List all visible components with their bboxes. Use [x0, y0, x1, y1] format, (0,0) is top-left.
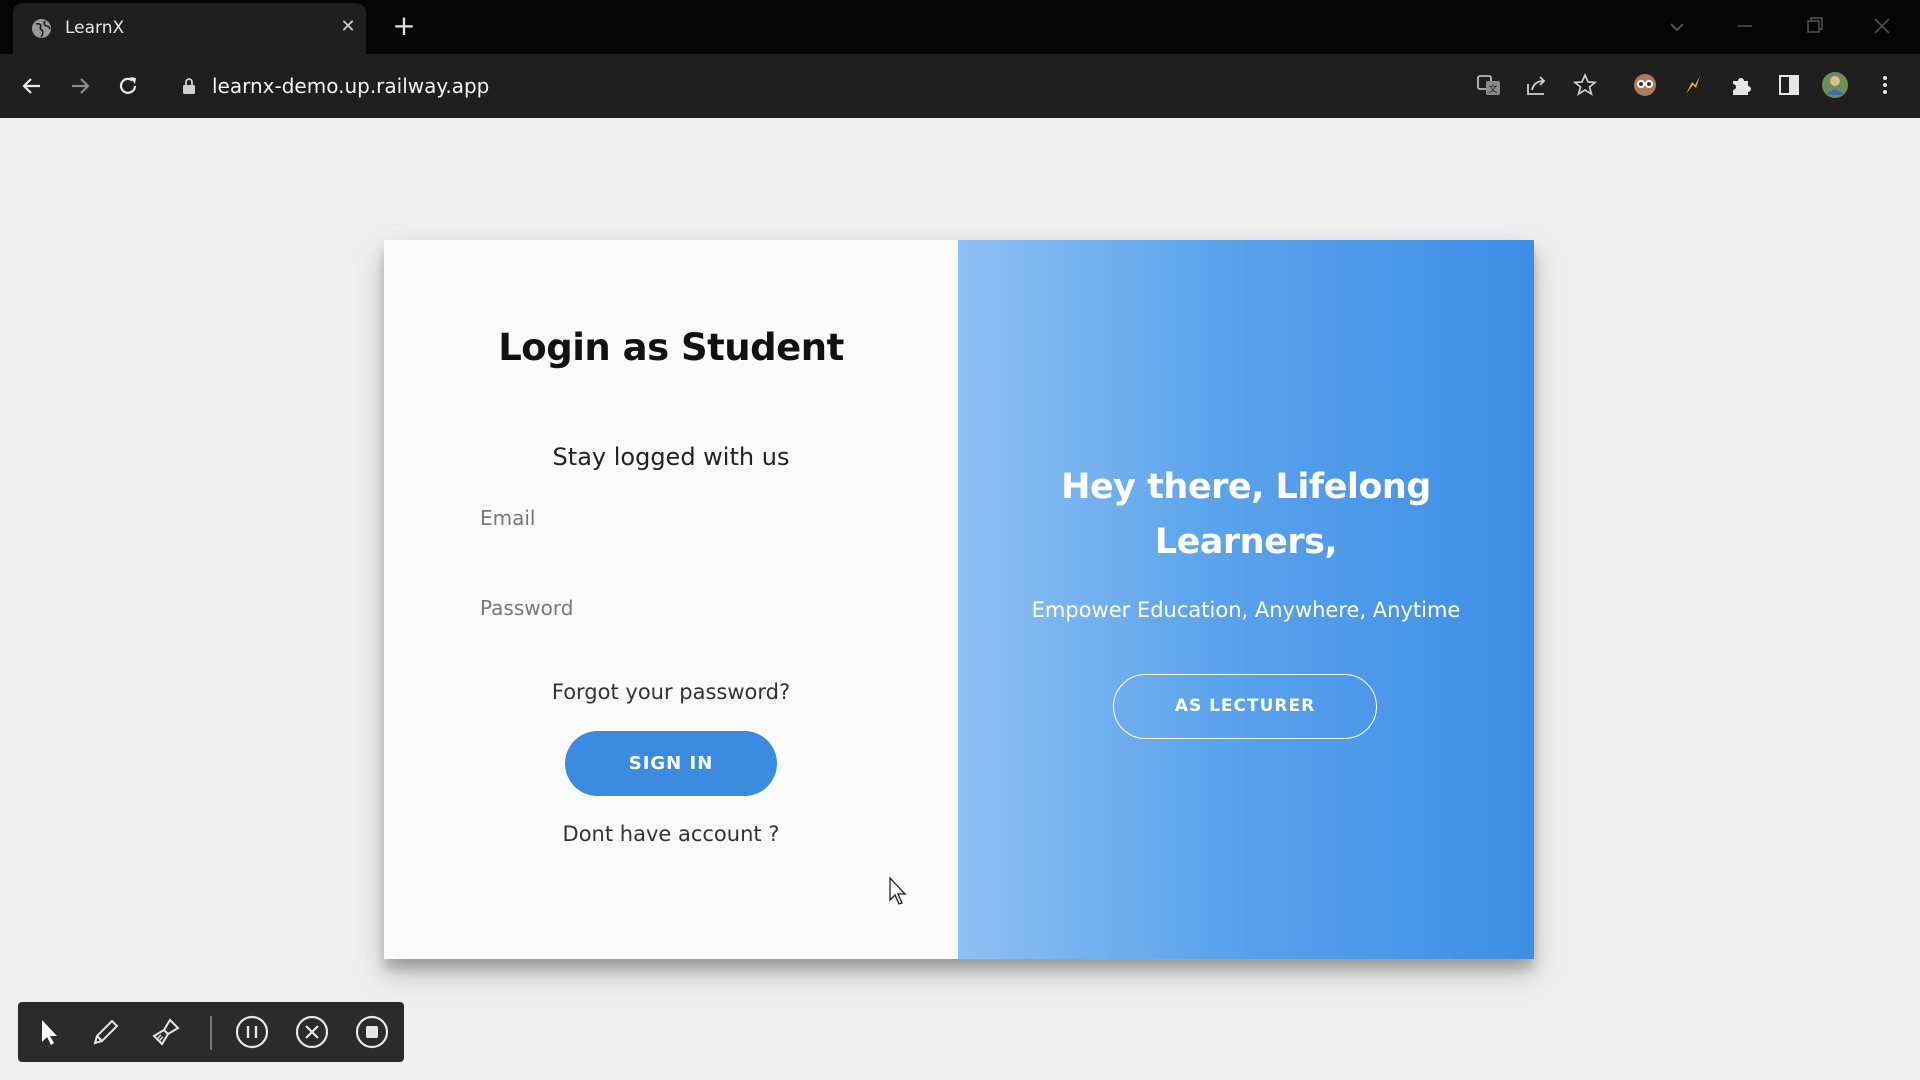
globe-icon: [32, 19, 51, 38]
new-tab-button[interactable]: +: [390, 12, 418, 41]
cancel-icon[interactable]: [292, 1012, 332, 1052]
browser-tab[interactable]: LearnX ✕: [13, 3, 366, 54]
kebab-menu-icon[interactable]: [1870, 70, 1900, 100]
overlay-title-line-1: Hey there, Lifelong: [1061, 467, 1431, 507]
bolt-extension-icon[interactable]: [1678, 70, 1708, 100]
pause-icon[interactable]: [232, 1012, 272, 1052]
login-subtitle: Stay logged with us: [552, 443, 790, 471]
minimize-icon[interactable]: [1727, 10, 1763, 42]
mouse-cursor-icon: [889, 876, 907, 905]
pencil-icon[interactable]: [86, 1012, 126, 1052]
arrow-right-icon[interactable]: [61, 67, 99, 105]
no-account-link[interactable]: Dont have account ?: [384, 822, 958, 846]
star-icon[interactable]: [1570, 70, 1600, 100]
password-field[interactable]: [480, 582, 862, 634]
stop-icon[interactable]: [352, 1012, 392, 1052]
login-card: Login as Student Stay logged with us For…: [384, 240, 1534, 959]
overlay-tagline: Empower Education, Anywhere, Anytime: [1031, 598, 1461, 622]
brush-icon[interactable]: [146, 1012, 186, 1052]
email-field[interactable]: [480, 492, 862, 544]
restore-icon[interactable]: [1796, 10, 1832, 42]
profile-avatar-icon[interactable]: [1820, 70, 1850, 100]
forgot-password-link[interactable]: Forgot your password?: [384, 680, 958, 704]
sign-in-button[interactable]: SIGN IN: [565, 731, 777, 796]
browser-toolbar: learnx-demo.up.railway.app 文: [0, 54, 1920, 118]
share-icon[interactable]: [1522, 70, 1552, 100]
close-icon[interactable]: ✕: [336, 15, 360, 39]
screen-recorder-toolbar: [18, 1002, 404, 1062]
arrow-left-icon[interactable]: [13, 67, 51, 105]
side-panel-icon[interactable]: [1774, 70, 1804, 100]
eyes-extension-icon[interactable]: [1630, 70, 1660, 100]
lock-icon[interactable]: [182, 77, 196, 95]
puzzle-icon[interactable]: [1726, 70, 1756, 100]
welcome-overlay-panel: Hey there, Lifelong Learners, Empower Ed…: [958, 240, 1534, 959]
tab-title: LearnX: [65, 18, 125, 38]
overlay-title-line-2: Learners,: [1154, 522, 1338, 562]
address-bar[interactable]: learnx-demo.up.railway.app: [164, 63, 1464, 109]
browser-tab-bar: LearnX ✕ +: [0, 0, 1920, 54]
pointer-icon[interactable]: [28, 1012, 68, 1052]
chevron-down-icon[interactable]: [1664, 14, 1690, 40]
student-login-panel: Login as Student Stay logged with us For…: [384, 240, 958, 959]
toolbar-divider: [210, 1016, 212, 1050]
as-lecturer-button[interactable]: AS LECTURER: [1113, 674, 1377, 739]
svg-text:文: 文: [1488, 83, 1497, 95]
page-title: Login as Student: [498, 326, 844, 369]
window-close-icon[interactable]: [1864, 10, 1900, 42]
url-text[interactable]: learnx-demo.up.railway.app: [212, 74, 489, 98]
overlay-title: Hey there, Lifelong Learners,: [958, 460, 1534, 570]
translate-icon[interactable]: 文: [1474, 70, 1504, 100]
reload-icon[interactable]: [109, 67, 147, 105]
